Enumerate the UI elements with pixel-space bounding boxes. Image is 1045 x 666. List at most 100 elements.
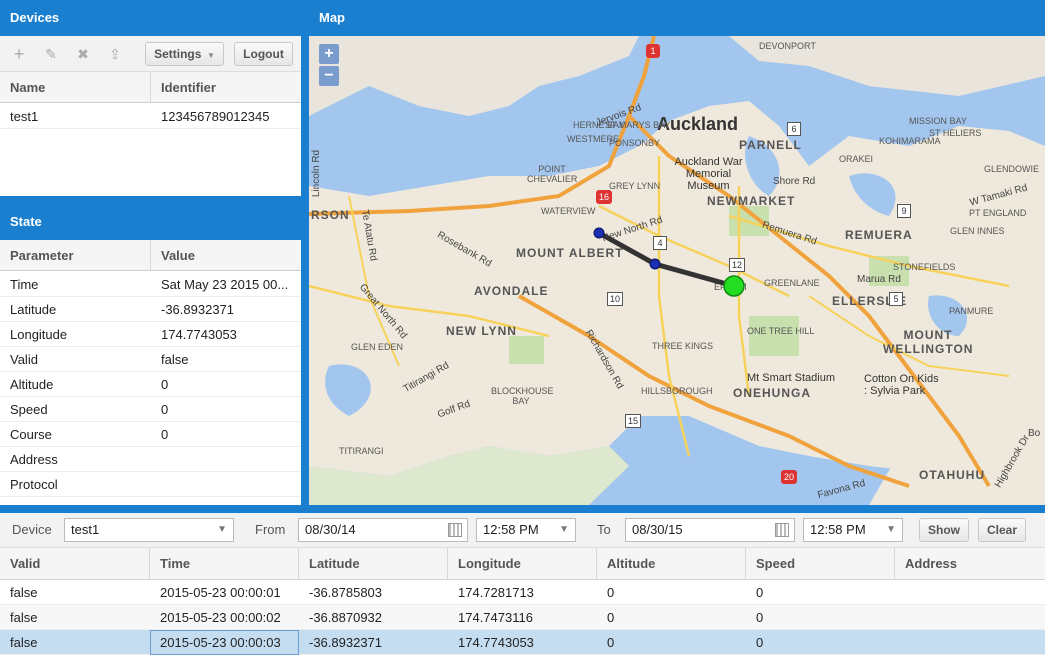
cell-altitude: 0 (607, 610, 615, 625)
state-value: 0 (161, 377, 169, 392)
column-header-latitude[interactable]: Latitude (299, 548, 448, 579)
map-canvas[interactable]: Auckland Auckland War Memorial Museum PA… (309, 36, 1045, 505)
column-header-address[interactable]: Address (895, 548, 1045, 579)
cell-latitude: -36.8870932 (309, 610, 383, 625)
history-row[interactable]: false 2015-05-23 00:00:01 -36.8785803 17… (0, 580, 1045, 605)
from-time-field[interactable]: 12:58 PM ▼ (476, 518, 576, 542)
state-value (151, 472, 297, 497)
device-identifier: 123456789012345 (161, 109, 270, 124)
devices-toolbar: + ✎ ✖ ⇪ Settings ▼ Logout (0, 36, 301, 72)
column-header-altitude[interactable]: Altitude (597, 548, 746, 579)
to-label: To (597, 522, 611, 537)
upload-icon[interactable]: ⇪ (104, 43, 126, 65)
track-line (596, 230, 737, 289)
state-row[interactable]: Latitude -36.8932371 (0, 297, 301, 322)
devices-panel-title: Devices (0, 0, 301, 36)
cell-valid: false (10, 585, 38, 600)
state-row[interactable]: Speed 0 (0, 397, 301, 422)
cell-longitude: 174.7473116 (458, 610, 533, 625)
state-row[interactable]: Valid false (0, 347, 301, 372)
add-icon[interactable]: + (8, 43, 30, 65)
cell-address (895, 605, 1045, 630)
cell-longitude: 174.7281713 (458, 585, 534, 600)
cell-address (895, 580, 1045, 605)
state-value: -36.8932371 (161, 302, 235, 317)
cell-time: 2015-05-23 00:00:01 (160, 585, 281, 600)
cell-latitude: -36.8932371 (309, 635, 383, 650)
history-row[interactable]: false 2015-05-23 00:00:02 -36.8870932 17… (0, 605, 1045, 630)
cell-address (895, 630, 1045, 655)
state-panel-title: State (0, 204, 301, 240)
to-time-field[interactable]: 12:58 PM ▼ (803, 518, 903, 542)
column-header-value[interactable]: Value (151, 240, 301, 271)
calendar-icon[interactable] (775, 523, 789, 537)
track-point (593, 227, 605, 239)
state-row[interactable]: Altitude 0 (0, 372, 301, 397)
devices-panel: Devices + ✎ ✖ ⇪ Settings ▼ Logout Name I… (0, 0, 301, 196)
cell-valid: false (10, 635, 38, 650)
state-row[interactable]: Time Sat May 23 2015 00... (0, 272, 301, 297)
remove-icon[interactable]: ✖ (72, 43, 94, 65)
chevron-down-icon: ▼ (204, 51, 215, 60)
cell-speed: 0 (756, 585, 764, 600)
to-date-value: 08/30/15 (632, 522, 683, 537)
from-time-value: 12:58 PM (483, 522, 539, 537)
from-label: From (255, 522, 286, 537)
show-button[interactable]: Show (919, 518, 969, 542)
state-param: Altitude (10, 377, 54, 392)
device-row[interactable]: test1 123456789012345 (0, 104, 301, 129)
state-param: Latitude (10, 302, 57, 317)
state-value: Sat May 23 2015 00... (161, 277, 289, 292)
track-point (649, 258, 661, 270)
logout-button[interactable]: Logout (234, 42, 293, 66)
left-column: Devices + ✎ ✖ ⇪ Settings ▼ Logout Name I… (0, 0, 301, 505)
history-toolbar: Device test1 ▼ From 08/30/14 12:58 PM ▼ … (0, 513, 1045, 548)
column-header-speed[interactable]: Speed (746, 548, 895, 579)
cell-time: 2015-05-23 00:00:02 (160, 610, 281, 625)
map-panel-title: Map (309, 0, 1045, 36)
state-row[interactable]: Protocol (0, 472, 301, 497)
history-grid-header: Valid Time Latitude Longitude Altitude S… (0, 548, 1045, 580)
cell-speed: 0 (756, 635, 764, 650)
cell-altitude: 0 (607, 585, 615, 600)
column-header-name[interactable]: Name (0, 72, 151, 103)
to-date-field[interactable]: 08/30/15 (625, 518, 795, 542)
state-row[interactable]: Course 0 (0, 422, 301, 447)
cell-speed: 0 (756, 610, 764, 625)
column-header-valid[interactable]: Valid (0, 548, 150, 579)
cell-time: 2015-05-23 00:00:03 (150, 630, 299, 655)
device-label: Device (12, 522, 52, 537)
state-param: Time (10, 277, 39, 292)
current-position-marker (723, 275, 745, 297)
column-header-identifier[interactable]: Identifier (151, 72, 301, 103)
calendar-icon[interactable] (448, 523, 462, 537)
column-header-longitude[interactable]: Longitude (448, 548, 597, 579)
state-param: Protocol (10, 477, 58, 492)
state-param: Course (10, 427, 52, 442)
history-row-selected[interactable]: false 2015-05-23 00:00:03 -36.8932371 17… (0, 630, 1045, 655)
state-value: false (161, 352, 189, 367)
state-value: 0 (161, 402, 169, 417)
cell-altitude: 0 (607, 635, 615, 650)
settings-button-label: Settings (154, 47, 202, 61)
state-panel: State Parameter Value Time Sat May 23 201… (0, 204, 301, 505)
zoom-out-button[interactable]: − (319, 66, 339, 86)
state-value: 0 (161, 427, 169, 442)
clear-button[interactable]: Clear (978, 518, 1026, 542)
chevron-down-icon: ▼ (217, 524, 227, 535)
state-param: Longitude (10, 327, 68, 342)
device-select-value: test1 (71, 522, 100, 537)
track-overlay (593, 227, 745, 297)
column-header-parameter[interactable]: Parameter (0, 240, 151, 271)
device-name: test1 (10, 109, 39, 124)
map-panel: Map Auckland Auckland War Memorial Museu… (309, 0, 1045, 505)
state-row[interactable]: Longitude 174.7743053 (0, 322, 301, 347)
from-date-field[interactable]: 08/30/14 (298, 518, 468, 542)
zoom-in-button[interactable]: + (319, 44, 339, 64)
edit-icon[interactable]: ✎ (40, 43, 62, 65)
state-param: Address (10, 452, 58, 467)
device-select[interactable]: test1 ▼ (64, 518, 234, 542)
settings-button[interactable]: Settings ▼ (145, 42, 224, 66)
state-row[interactable]: Address (0, 447, 301, 472)
column-header-time[interactable]: Time (150, 548, 299, 579)
